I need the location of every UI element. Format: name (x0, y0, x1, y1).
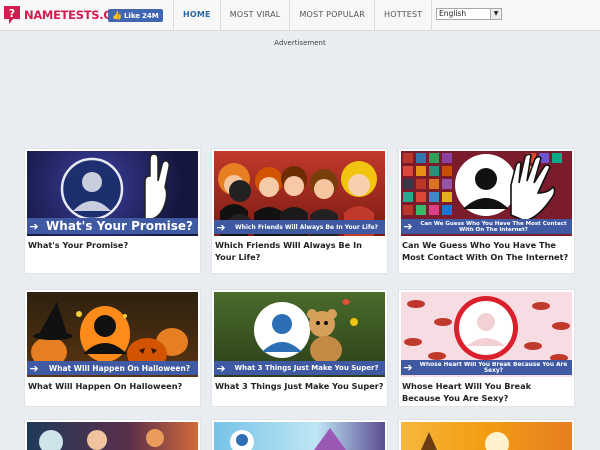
quiz-title[interactable]: What's Your Promise? (25, 236, 200, 251)
profile-silhouette-icon (421, 432, 509, 450)
facebook-like-button[interactable]: 👍 Like 24M (108, 9, 163, 22)
language-select[interactable]: English ▼ (436, 8, 502, 20)
nav-home[interactable]: HOME (173, 0, 220, 30)
arrow-right-icon: ➔ (29, 361, 39, 375)
quiz-thumbnail[interactable]: ➔ What 3 Things Just Make You Super? (214, 292, 385, 377)
quiz-thumbnail[interactable]: ➔ What Will Happen On Halloween? (27, 292, 198, 377)
quiz-thumbnail[interactable]: ➔ What's Your Promise? (27, 151, 198, 236)
profile-silhouette-icon (39, 429, 164, 450)
quiz-title[interactable]: Which Friends Will Always Be In Your Lif… (212, 236, 387, 263)
quiz-title[interactable]: Whose Heart Will You Break Because You A… (399, 377, 574, 404)
quiz-banner: ➔ Can We Guess Who You Have The Most Con… (401, 219, 572, 234)
quiz-card[interactable]: ➔ Which Friends Will Always Be In Your L… (212, 149, 387, 273)
question-mark-logo-icon: ? (4, 6, 20, 24)
quiz-thumbnail[interactable]: ➔ Whose Heart Will You Break Because You… (401, 292, 572, 377)
quiz-thumbnail[interactable]: ➔ Can We Guess Who You Have The Most Con… (401, 151, 572, 236)
nav-most-popular[interactable]: MOST POPULAR (289, 0, 374, 30)
like-count: 24M (142, 11, 159, 20)
arrow-right-icon: ➔ (216, 220, 226, 234)
svg-text:?: ? (9, 7, 15, 20)
quiz-banner: ➔ What's Your Promise? (27, 218, 198, 234)
quiz-banner: ➔ Whose Heart Will You Break Because You… (401, 360, 572, 375)
quiz-card-partial[interactable] (399, 420, 574, 450)
quiz-card[interactable]: ➔ What Will Happen On Halloween? What Wi… (25, 290, 200, 406)
profile-silhouette-icon (230, 428, 346, 450)
thumbs-up-icon: 👍 (112, 11, 122, 20)
quiz-thumbnail[interactable] (401, 422, 572, 450)
quiz-title[interactable]: Can We Guess Who You Have The Most Conta… (399, 236, 574, 263)
arrow-right-icon: ➔ (216, 361, 226, 375)
arrow-right-icon: ➔ (403, 219, 413, 233)
like-label: Like (123, 11, 141, 20)
quiz-banner: ➔ Which Friends Will Always Be In Your L… (214, 220, 385, 234)
quiz-card[interactable]: ➔ Whose Heart Will You Break Because You… (399, 290, 574, 406)
main-nav: HOME MOST VIRAL MOST POPULAR HOTTEST (173, 0, 433, 30)
quiz-thumbnail[interactable] (214, 422, 385, 450)
quiz-thumbnail[interactable]: ➔ Which Friends Will Always Be In Your L… (214, 151, 385, 236)
quiz-card-partial[interactable] (212, 420, 387, 450)
quiz-banner: ➔ What Will Happen On Halloween? (27, 361, 198, 375)
quiz-title[interactable]: What Will Happen On Halloween? (25, 377, 200, 392)
arrow-right-icon: ➔ (403, 360, 413, 374)
advertisement-label: Advertisement (274, 39, 326, 47)
quiz-card[interactable]: ➔ Can We Guess Who You Have The Most Con… (399, 149, 574, 273)
arrow-right-icon: ➔ (29, 219, 39, 233)
quiz-card[interactable]: ➔ What 3 Things Just Make You Super? Wha… (212, 290, 387, 406)
quiz-thumbnail[interactable] (27, 422, 198, 450)
quiz-card[interactable]: ➔ What's Your Promise? What's Your Promi… (25, 149, 200, 273)
quiz-card-partial[interactable] (25, 420, 200, 450)
language-value: English (439, 9, 467, 18)
quiz-title[interactable]: What 3 Things Just Make You Super? (212, 377, 387, 392)
dropdown-arrow-icon: ▼ (490, 9, 501, 19)
top-header: ? NAMETESTS.COM 👍 Like 24M HOME MOST VIR… (0, 0, 600, 31)
nav-hottest[interactable]: HOTTEST (374, 0, 433, 30)
nav-most-viral[interactable]: MOST VIRAL (219, 0, 290, 30)
quiz-banner: ➔ What 3 Things Just Make You Super? (214, 361, 385, 375)
